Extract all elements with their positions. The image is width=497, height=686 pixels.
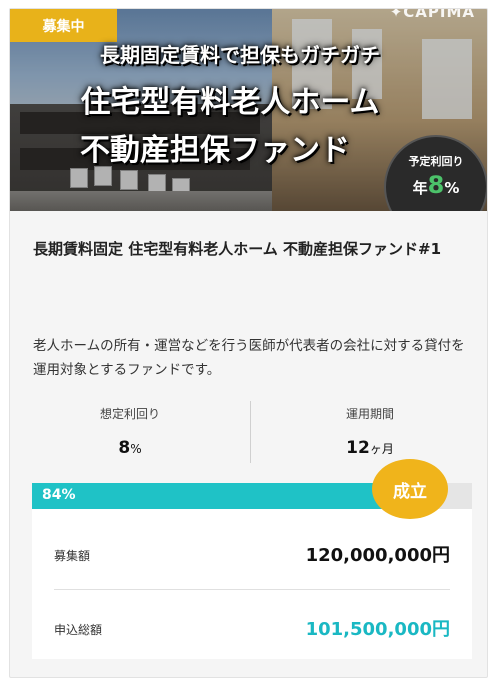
target-amount-value: 120,000,000円 xyxy=(305,545,450,566)
yield-circle-label: 予定利回り xyxy=(408,155,464,168)
stat-yield-value: 8% xyxy=(10,438,250,458)
stats-divider xyxy=(250,401,251,463)
stat-period-unit: ヶ月 xyxy=(369,442,394,456)
yield-prefix: 年 xyxy=(412,179,428,197)
progress-fill xyxy=(32,483,402,509)
fund-title[interactable]: 長期賃料固定 住宅型有料老人ホーム 不動産担保ファンド#1 xyxy=(33,234,473,264)
stat-yield-unit: % xyxy=(130,442,142,456)
fund-description: 老人ホームの所有・運営などを行う医師が代表者の会社に対する貸付を運用対象とするフ… xyxy=(33,338,465,378)
yield-circle-value: 年8% xyxy=(386,171,486,199)
stat-yield: 想定利回り 8% xyxy=(10,401,250,458)
stat-period-value: 12ヶ月 xyxy=(250,438,487,458)
yield-number: 8 xyxy=(427,171,445,199)
progress-percent: 84% xyxy=(42,487,76,503)
stat-period-number: 12 xyxy=(346,438,370,458)
applied-amount-value: 101,500,000円 xyxy=(305,619,450,640)
amount-divider xyxy=(54,589,450,590)
hero-headline-3: 不動産担保ファンド xyxy=(80,133,350,168)
hero-headline-1: 長期固定賃料で担保もガチガチ xyxy=(100,43,380,67)
hero-headline-2: 住宅型有料老人ホーム xyxy=(80,85,380,120)
yield-unit: % xyxy=(444,179,460,197)
fund-card[interactable]: ✦CAPIMA 募集中 長期固定賃料で担保もガチガチ 住宅型有料老人ホーム 不動… xyxy=(9,8,488,678)
target-amount-row: 募集額 120,000,000円 xyxy=(54,535,450,575)
applied-amount-label: 申込総額 xyxy=(54,623,103,637)
stat-period: 運用期間 12ヶ月 xyxy=(250,401,487,458)
fund-stats: 想定利回り 8% 運用期間 12ヶ月 xyxy=(10,401,487,463)
brand-logo: ✦CAPIMA xyxy=(389,9,475,21)
status-badge: 募集中 xyxy=(10,9,117,42)
applied-amount-row: 申込総額 101,500,000円 xyxy=(54,609,450,649)
stat-yield-label: 想定利回り xyxy=(99,407,160,421)
stat-yield-number: 8 xyxy=(118,438,131,458)
established-badge: 成立 xyxy=(372,459,448,519)
stat-period-label: 運用期間 xyxy=(345,407,394,421)
target-amount-label: 募集額 xyxy=(54,549,91,563)
hero-image[interactable]: ✦CAPIMA 募集中 長期固定賃料で担保もガチガチ 住宅型有料老人ホーム 不動… xyxy=(10,9,487,211)
